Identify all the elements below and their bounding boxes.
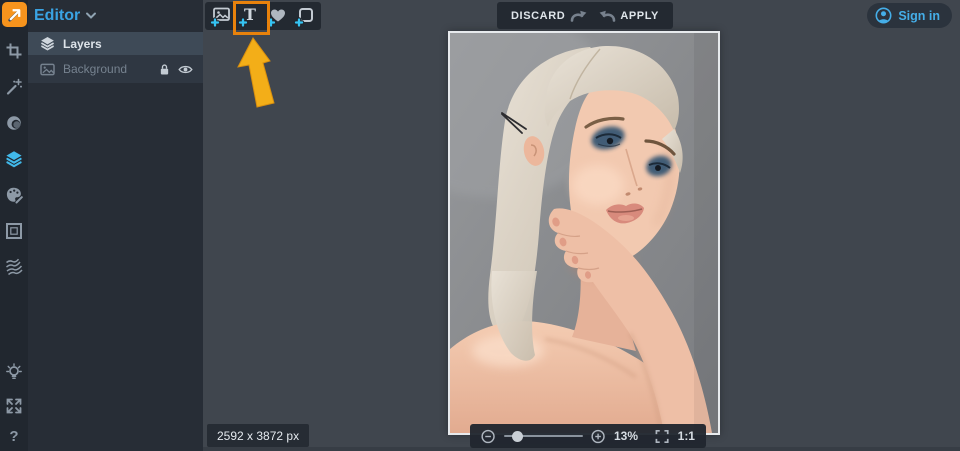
help-button[interactable]: ? [9,428,18,445]
editor-app: ? Editor Layers Background T DISCARD APP… [0,0,960,451]
adjust-tool[interactable] [0,75,28,99]
lightbulb-icon [6,363,22,379]
add-image-button[interactable] [207,2,235,30]
tool-rail: ? [0,0,28,451]
layer-label: Background [63,62,128,76]
crop-tool[interactable] [0,39,28,63]
user-account-icon [875,7,892,24]
logo-arrow-icon [7,9,20,22]
layers-tool[interactable] [0,147,28,171]
sign-in-button[interactable]: Sign in [867,3,952,28]
lock-icon[interactable] [159,63,170,76]
layers-stack-icon [41,37,54,51]
fit-screen-icon[interactable] [655,429,669,444]
add-sticker-button[interactable] [263,2,291,30]
chevron-down-icon[interactable] [85,12,97,20]
layers-header-label: Layers [63,36,102,51]
fullscreen-button[interactable] [0,394,28,418]
texture-icon [6,258,23,276]
zoom-slider-knob[interactable] [511,430,523,442]
history-controls [569,9,617,22]
canvas-image[interactable] [448,31,720,435]
tips-button[interactable] [0,360,28,384]
layers-panel: Editor Layers Background [28,0,203,451]
action-bar: DISCARD APPLY [497,2,673,29]
zoom-slider[interactable] [503,430,583,442]
layer-row-background[interactable]: Background [28,55,203,83]
undo-icon[interactable] [569,9,588,22]
zoom-out-icon[interactable] [481,429,495,444]
expand-arrows-icon [6,398,22,414]
zoom-percent-label[interactable]: 13% [614,429,638,443]
layer-controls [159,63,193,76]
layers-header-row[interactable]: Layers [28,32,203,55]
beauty-face-icon [7,116,21,130]
add-image-icon [209,7,230,28]
apply-button[interactable]: APPLY [620,10,659,22]
actual-size-button[interactable]: 1:1 [678,429,695,443]
texture-tool[interactable] [0,255,28,279]
redo-icon[interactable] [598,9,617,22]
image-size-text: 2592 x 3872 px [217,428,300,443]
frame-tool[interactable] [0,219,28,243]
add-frame-button[interactable] [291,2,319,30]
add-frame-icon [293,7,313,28]
crop-icon [6,43,22,59]
magic-wand-icon [6,78,22,95]
palette-icon [6,187,23,204]
add-object-toolbar: T [205,2,321,30]
sign-in-label: Sign in [898,8,940,23]
effects-tool[interactable] [0,183,28,207]
picture-frame-icon [6,223,22,239]
editor-title: Editor [34,7,81,24]
layers-icon [6,151,22,168]
zoom-in-icon[interactable] [591,429,606,444]
pointer-arrow-icon [237,37,275,108]
zoom-bar: 13% 1:1 [470,424,706,448]
eye-visibility-icon[interactable] [178,64,193,75]
layer-thumbnail-icon [40,63,55,75]
add-text-icon: T [237,5,256,28]
discard-button[interactable]: DISCARD [511,10,565,22]
add-text-button[interactable]: T [235,2,263,30]
panel-header: Editor [28,0,203,32]
beauty-tool[interactable] [0,111,28,135]
image-size-badge: 2592 x 3872 px [207,424,310,447]
add-sticker-heart-icon [265,9,285,28]
app-logo[interactable] [1,2,27,27]
portrait-photo [450,33,718,433]
